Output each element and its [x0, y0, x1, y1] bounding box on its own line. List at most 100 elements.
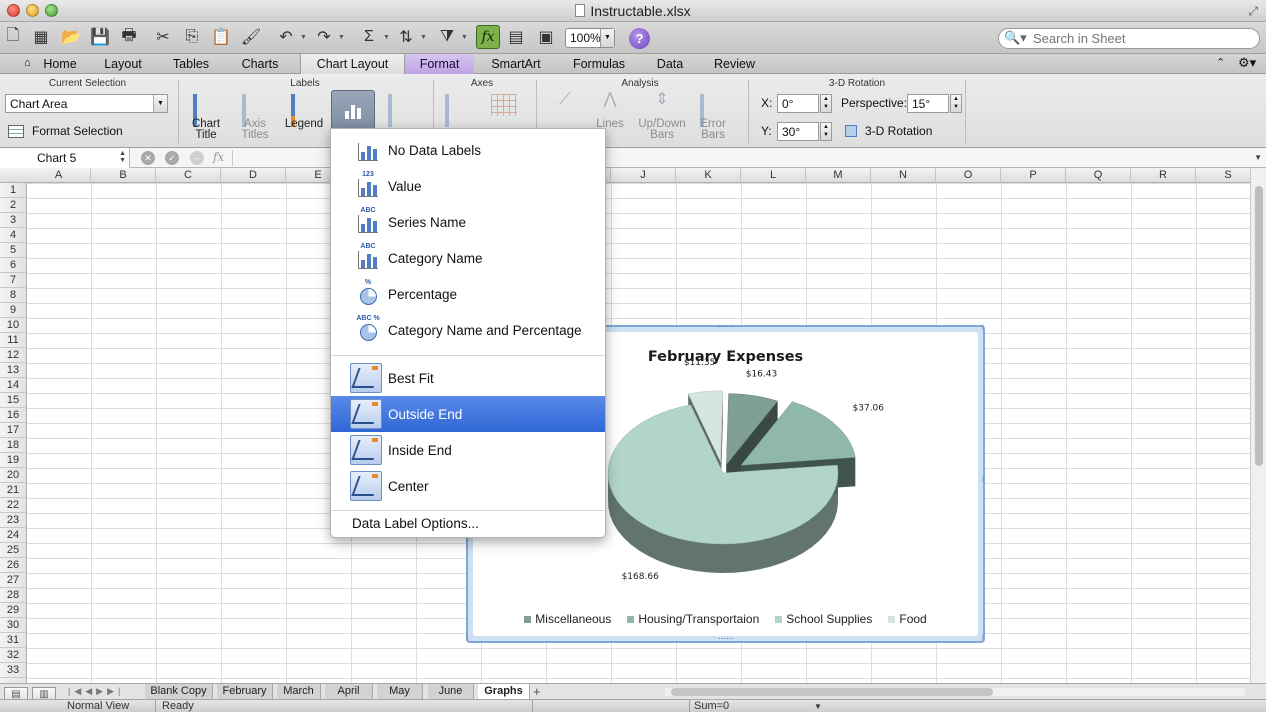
paste-icon[interactable]: 📋 [210, 26, 232, 48]
axes-button[interactable] [438, 94, 478, 127]
horizontal-scrollbar[interactable] [665, 688, 1245, 696]
row-header[interactable]: 14 [0, 378, 26, 393]
chevron-down-icon[interactable]: ▼ [814, 701, 822, 712]
data-label[interactable]: $16.43 [746, 369, 778, 379]
3d-rotation-button[interactable]: 3-D Rotation [845, 124, 932, 138]
row-header[interactable]: 31 [0, 633, 26, 648]
print-icon[interactable]: 🖶 [118, 26, 140, 48]
collapse-ribbon-icon[interactable]: ⌃ [1216, 56, 1225, 69]
tab-smartart[interactable]: SmartArt [484, 54, 548, 74]
chevron-down-icon[interactable]: ▼ [1254, 153, 1262, 162]
row-header[interactable]: 7 [0, 273, 26, 288]
x-rotation-field[interactable]: 0° ▲ ▼ [777, 94, 832, 113]
row-header[interactable]: 24 [0, 528, 26, 543]
row-header[interactable]: 30 [0, 618, 26, 633]
menu-item-percentage[interactable]: % Percentage [331, 276, 605, 312]
tab-review[interactable]: Review [707, 54, 762, 74]
tab-home[interactable]: Home [38, 54, 82, 74]
row-header[interactable]: 5 [0, 243, 26, 258]
row-header[interactable]: 26 [0, 558, 26, 573]
media-browser-icon[interactable]: ▣ [535, 26, 557, 48]
row-header[interactable]: 11 [0, 333, 26, 348]
updown-bars-button[interactable]: ⇕ Up/Down Bars [638, 92, 686, 141]
search-input[interactable] [1033, 31, 1253, 46]
row-header[interactable]: 13 [0, 363, 26, 378]
legend-entry[interactable]: Miscellaneous [524, 612, 611, 626]
row-header[interactable]: 21 [0, 483, 26, 498]
vertical-scrollbar[interactable] [1250, 168, 1266, 683]
row-header[interactable]: 8 [0, 288, 26, 303]
redo-icon[interactable]: ↷ [313, 26, 335, 48]
fullscreen-icon[interactable]: ⤢ [1248, 4, 1258, 19]
axis-titles-button[interactable]: Axis Titles [234, 94, 276, 141]
row-header[interactable]: 9 [0, 303, 26, 318]
search-sheet-field[interactable]: 🔍▾ [998, 28, 1260, 49]
filter-icon[interactable]: ⧩ [436, 26, 458, 48]
trendline-button[interactable]: ⟋ [545, 92, 585, 119]
undo-menu-arrow[interactable]: ▼ [300, 34, 307, 41]
tab-formulas[interactable]: Formulas [563, 54, 635, 74]
menu-item-center[interactable]: Center [331, 468, 605, 504]
menu-item-best-fit[interactable]: Best Fit [331, 360, 605, 396]
column-header[interactable]: L [741, 168, 806, 183]
open-icon[interactable]: 📂 [60, 26, 82, 48]
chevron-down-icon[interactable]: ▼ [600, 29, 614, 47]
menu-item-no-data-labels[interactable]: No Data Labels [331, 132, 605, 168]
data-label[interactable]: $168.66 [622, 572, 659, 582]
sheet-tab-march[interactable]: March [277, 684, 321, 699]
chart-legend[interactable]: Miscellaneous Housing/Transportaion School… [473, 612, 978, 626]
data-label-options-item[interactable]: Data Label Options... [352, 516, 479, 531]
add-sheet-button[interactable]: + [533, 684, 541, 699]
row-header[interactable]: 16 [0, 408, 26, 423]
row-header[interactable]: 15 [0, 393, 26, 408]
name-box[interactable]: Chart 5 ▲ ▼ [0, 148, 130, 168]
row-header[interactable]: 25 [0, 543, 26, 558]
column-header[interactable]: D [221, 168, 286, 183]
horizontal-scroll-thumb[interactable] [671, 688, 993, 696]
column-header[interactable]: Q [1066, 168, 1131, 183]
tab-tables[interactable]: Tables [163, 54, 219, 74]
row-header[interactable]: 32 [0, 648, 26, 663]
row-header[interactable]: 23 [0, 513, 26, 528]
chevron-down-icon[interactable]: ▼ [153, 95, 167, 112]
resize-handle-bottom[interactable]: ⋯⋯ [718, 635, 734, 643]
menu-item-outside-end[interactable]: Outside End [331, 396, 605, 432]
column-header[interactable]: C [156, 168, 221, 183]
column-header[interactable]: R [1131, 168, 1196, 183]
save-icon[interactable]: 💾 [89, 26, 111, 48]
sheet-tab-blank-copy[interactable]: Blank Copy [145, 684, 213, 699]
zoom-select[interactable]: 100% ▼ [565, 28, 615, 48]
cut-icon[interactable]: ✂ [152, 26, 174, 48]
row-header[interactable]: 1 [0, 183, 26, 198]
row-header[interactable]: 19 [0, 453, 26, 468]
resize-handle-top[interactable]: ⋯⋯ [718, 323, 734, 331]
legend-entry[interactable]: Housing/Transportaion [627, 612, 759, 626]
chart-title-button[interactable]: Chart Title [185, 94, 227, 141]
redo-menu-arrow[interactable]: ▼ [338, 34, 345, 41]
row-header[interactable]: 4 [0, 228, 26, 243]
column-header[interactable]: B [91, 168, 156, 183]
gridlines-button[interactable] [484, 94, 524, 119]
sheet-tab-may[interactable]: May [377, 684, 423, 699]
resize-handle-top-right[interactable]: ⁝ [981, 324, 984, 332]
sheet-tab-february[interactable]: February [217, 684, 273, 699]
column-header[interactable]: P [1001, 168, 1066, 183]
sort-menu-arrow[interactable]: ▼ [420, 34, 427, 41]
row-header[interactable]: 17 [0, 423, 26, 438]
y-rotation-field[interactable]: 30° ▲ ▼ [777, 122, 832, 141]
legend-button[interactable]: Legend [283, 94, 325, 130]
row-header[interactable]: 3 [0, 213, 26, 228]
sheet-tab-june[interactable]: June [428, 684, 474, 699]
vertical-scroll-thumb[interactable] [1255, 186, 1263, 466]
row-header[interactable]: 2 [0, 198, 26, 213]
column-header[interactable]: S [1196, 168, 1250, 183]
name-box-stepper[interactable]: ▲ ▼ [119, 150, 126, 164]
sheet-tab-graphs[interactable]: Graphs [478, 684, 530, 699]
row-header[interactable]: 18 [0, 438, 26, 453]
insert-function-icon[interactable]: – [190, 151, 204, 165]
chart-element-select[interactable]: Chart Area ▼ [5, 94, 168, 113]
row-header[interactable]: 28 [0, 588, 26, 603]
show-toolbox-icon[interactable]: ▤ [505, 26, 527, 48]
resize-handle-bottom-right[interactable]: ⁝ [981, 635, 984, 643]
confirm-entry-icon[interactable]: ✓ [165, 151, 179, 165]
